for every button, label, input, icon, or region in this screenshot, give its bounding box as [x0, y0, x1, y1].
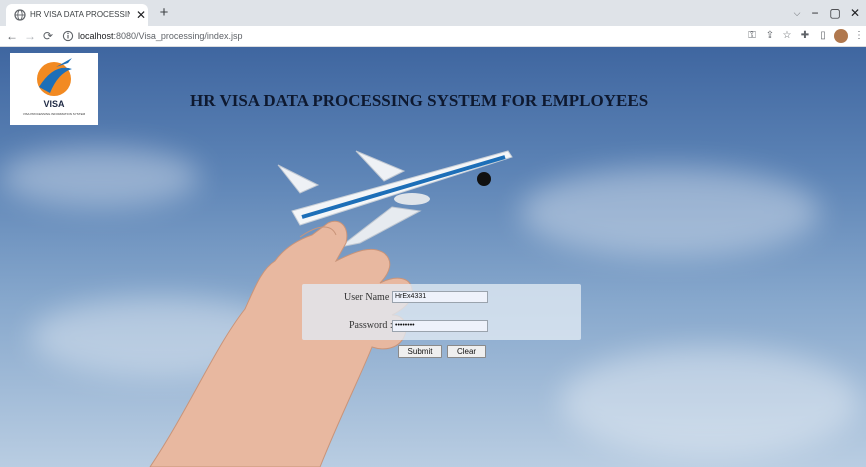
forward-icon[interactable]: →	[22, 27, 38, 45]
url-host: localhost	[78, 31, 114, 41]
minimize-button[interactable]: −	[806, 4, 824, 22]
close-window-button[interactable]: ✕	[846, 4, 864, 22]
browser-toolbar: ← → ⟳ localhost:8080/Visa_processing/ind…	[0, 26, 866, 47]
globe-icon	[14, 9, 26, 21]
password-input[interactable]	[392, 320, 488, 332]
tab-strip: HR VISA DATA PROCESSING SYS ✕ + ⌵ − ▢ ✕	[0, 0, 866, 26]
username-label: User Name :	[344, 292, 395, 303]
share-icon[interactable]: ⇪	[763, 28, 777, 44]
hand-airplane-image	[149, 150, 513, 467]
extensions-icon[interactable]: ✚	[798, 28, 812, 44]
page-content: VISA VISA PROCESSING INFORMATION SYSTEM …	[0, 47, 866, 467]
address-bar[interactable]: localhost:8080/Visa_processing/index.jsp	[78, 30, 242, 42]
close-tab-icon[interactable]: ✕	[134, 7, 148, 23]
back-icon[interactable]: ←	[4, 27, 20, 45]
password-label: Password :	[349, 320, 393, 331]
url-path: :8080/Visa_processing/index.jsp	[113, 31, 243, 41]
menu-icon[interactable]: ⋮	[852, 28, 866, 44]
clear-button[interactable]: Clear	[447, 345, 486, 358]
submit-button[interactable]: Submit	[398, 345, 442, 358]
star-icon[interactable]: ☆	[780, 28, 794, 44]
browser-tab[interactable]: HR VISA DATA PROCESSING SYS ✕	[6, 4, 148, 26]
sidepanel-icon[interactable]: ▯	[816, 28, 830, 44]
profile-icon[interactable]	[834, 29, 848, 43]
new-tab-button[interactable]: +	[156, 5, 172, 21]
airplane-icon	[277, 150, 513, 248]
key-icon[interactable]: ⚿	[745, 28, 759, 44]
username-input[interactable]	[392, 291, 488, 303]
reload-icon[interactable]: ⟳	[40, 27, 56, 45]
site-info-icon[interactable]	[62, 29, 74, 43]
tab-search-icon[interactable]: ⌵	[790, 6, 804, 20]
browser-window: HR VISA DATA PROCESSING SYS ✕ + ⌵ − ▢ ✕ …	[0, 0, 866, 467]
tab-title: HR VISA DATA PROCESSING SYS	[30, 10, 130, 19]
maximize-button[interactable]: ▢	[826, 4, 844, 22]
